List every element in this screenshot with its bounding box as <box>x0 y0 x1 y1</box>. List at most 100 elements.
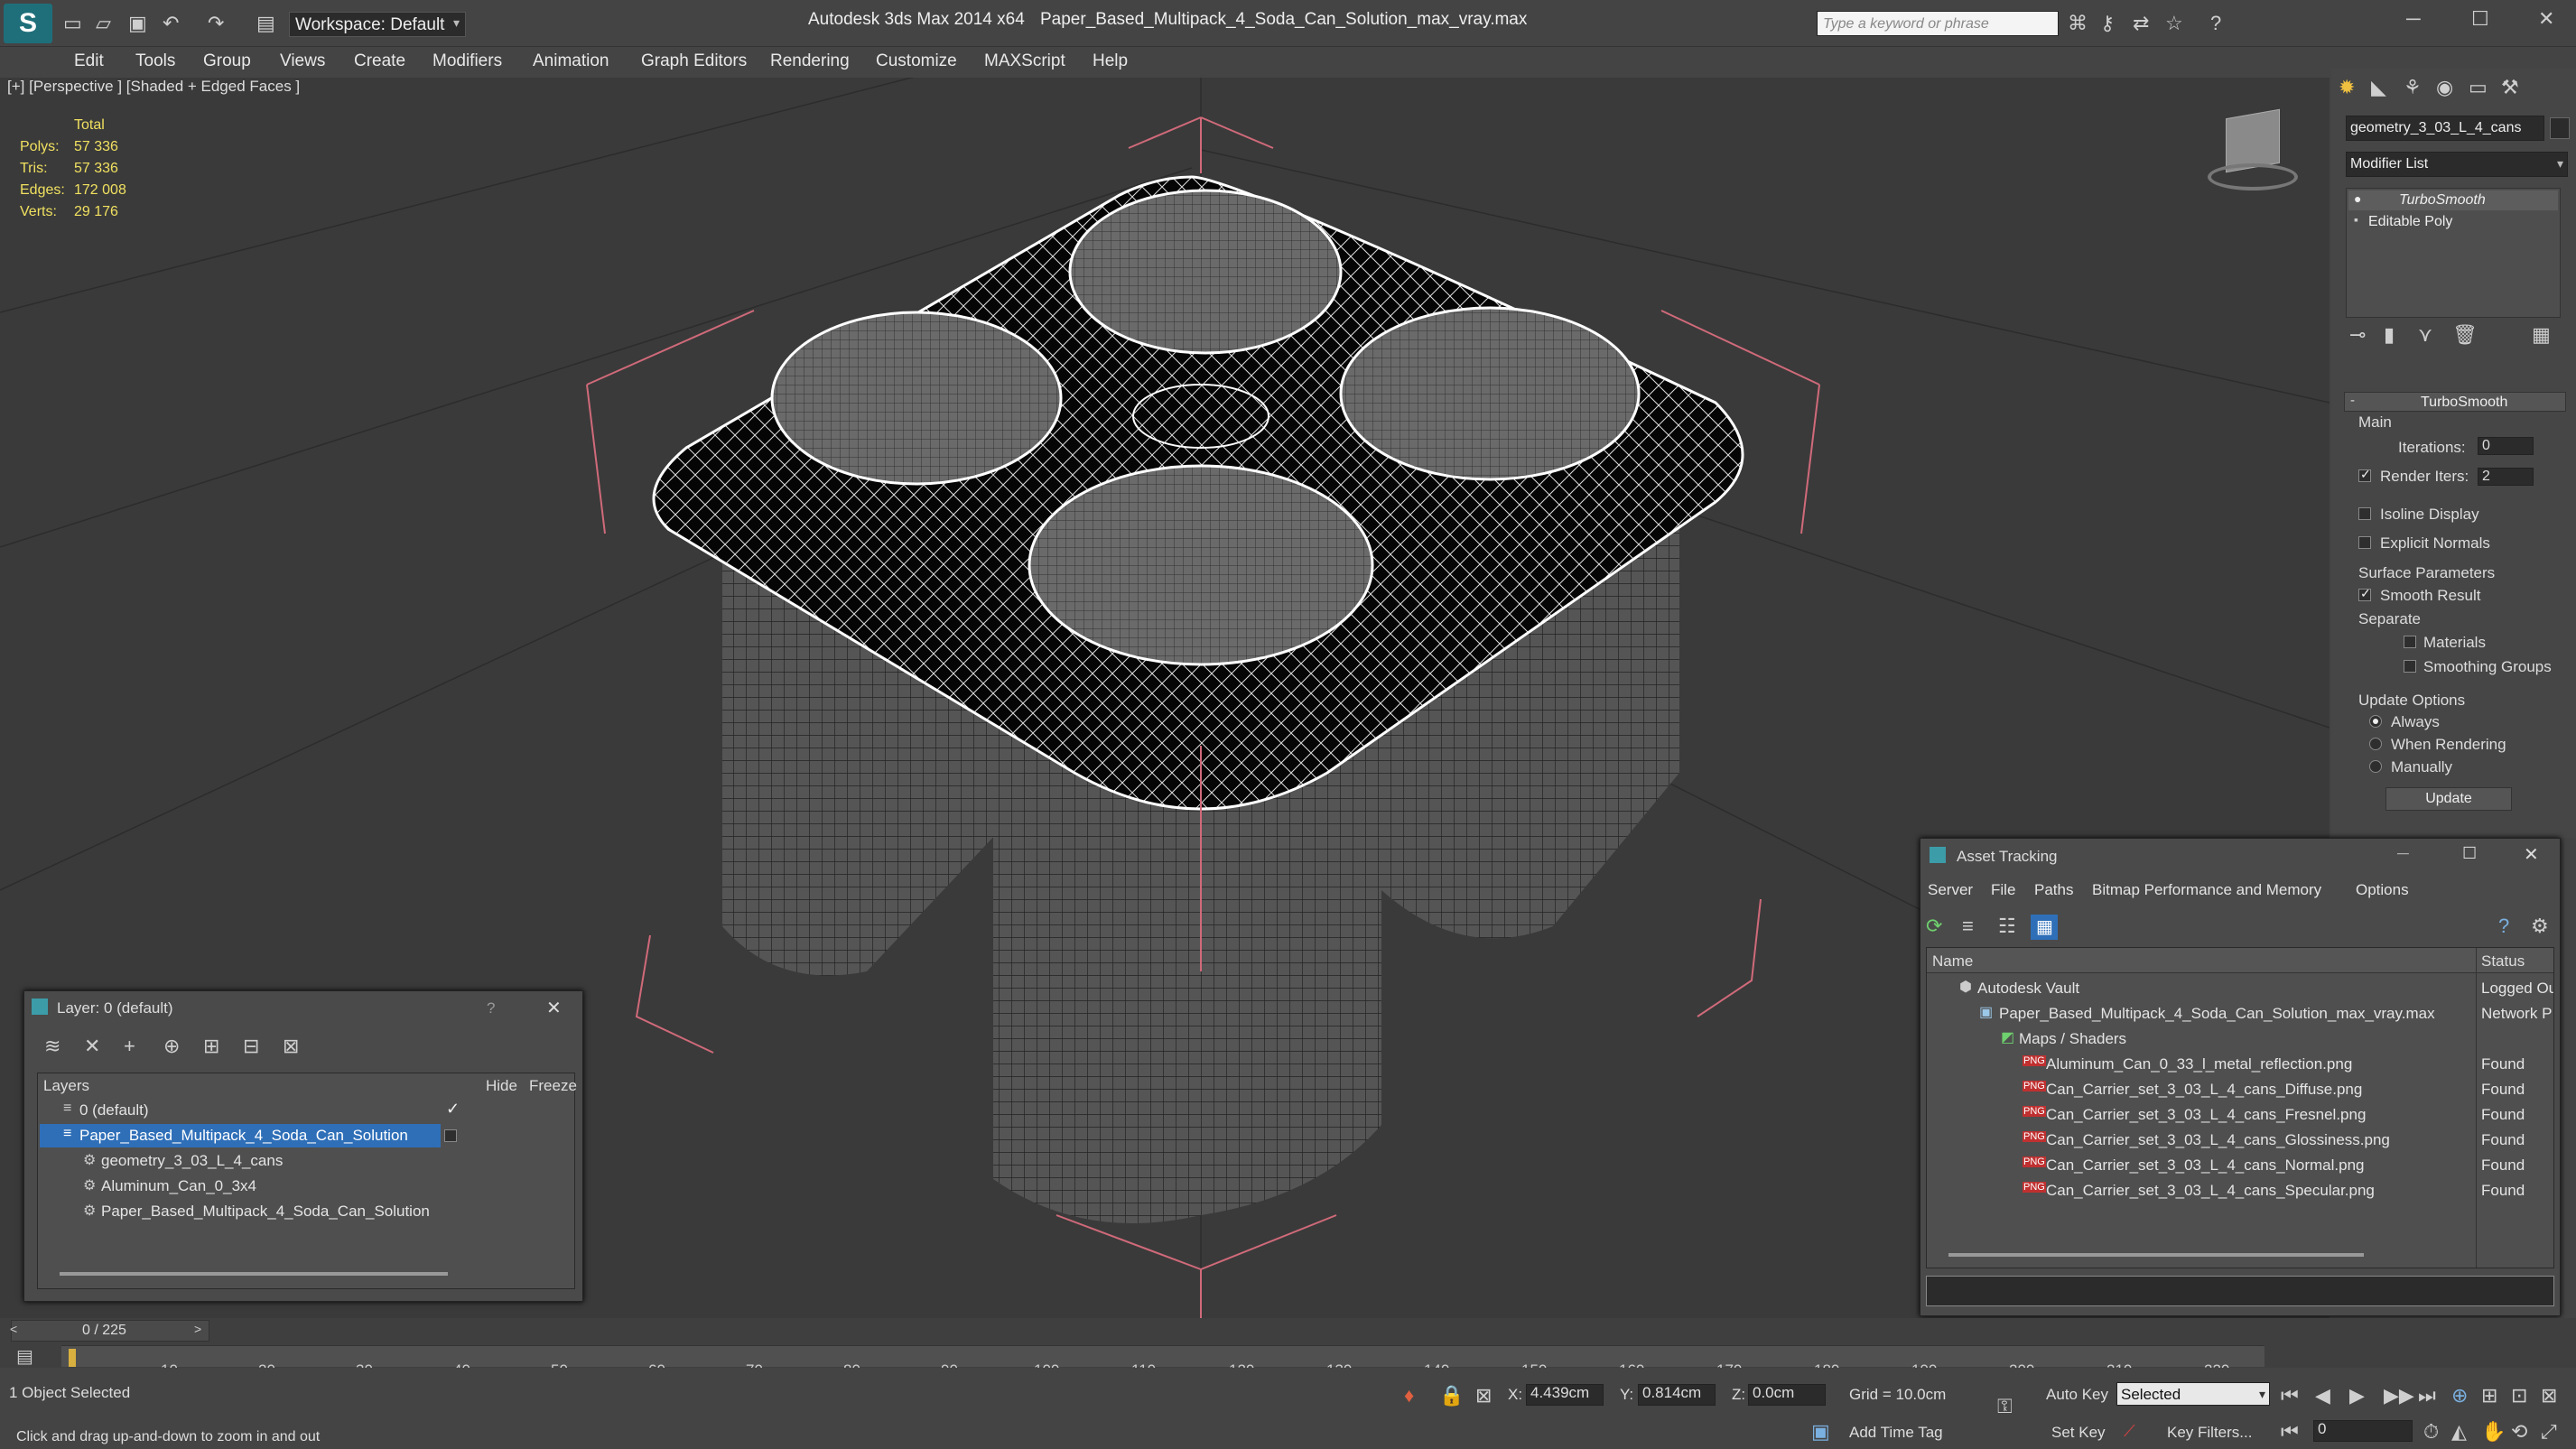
isoline-display-checkbox[interactable] <box>2358 507 2371 520</box>
menu-customize[interactable]: Customize <box>876 51 957 71</box>
absolute-mode-icon[interactable]: ⊠ <box>1475 1384 1492 1407</box>
table-row[interactable]: PNG Can_Carrier_set_3_03_L_4_cans_Diffus… <box>1927 1076 2553 1101</box>
tree-view-icon[interactable]: ☷ <box>1998 915 2016 938</box>
maximize-viewport-icon[interactable]: ⤢ <box>2541 1420 2557 1444</box>
close-icon[interactable]: ✕ <box>2524 843 2539 866</box>
zoom-extents-all-icon[interactable]: ⊠ <box>2541 1384 2557 1407</box>
when-rendering-radio[interactable] <box>2369 738 2382 750</box>
hide-all-icon[interactable]: ⊟ <box>243 1035 259 1058</box>
mini-curve-editor-icon[interactable]: ▤ <box>16 1345 33 1368</box>
menu-animation[interactable]: Animation <box>533 51 609 71</box>
help-icon[interactable]: ? <box>2210 12 2221 35</box>
add-time-tag[interactable]: Add Time Tag <box>1849 1424 1943 1442</box>
asset-menu-paths[interactable]: Paths <box>2034 881 2073 899</box>
lightbulb-icon[interactable]: ● <box>2354 191 2361 206</box>
favorites-star-icon[interactable]: ☆ <box>2165 12 2183 35</box>
expand-icon[interactable]: ▪ <box>2354 212 2358 227</box>
table-view-button[interactable]: ▦ <box>2031 915 2058 940</box>
col-layers[interactable]: Layers <box>43 1077 89 1095</box>
explicit-normals-checkbox[interactable] <box>2358 536 2371 549</box>
maximize-icon[interactable]: ☐ <box>2471 7 2489 31</box>
table-row[interactable]: ⬢ Autodesk Vault Logged Ou <box>1927 975 2553 1000</box>
show-end-result-icon[interactable]: ▮ <box>2384 323 2395 347</box>
key-mode-icon[interactable]: ⟋ <box>2124 1422 2135 1441</box>
display-tab-icon[interactable]: ▭ <box>2469 76 2488 99</box>
motion-tab-icon[interactable]: ◉ <box>2436 76 2453 99</box>
key-filters-button[interactable]: Key Filters... <box>2167 1424 2252 1442</box>
asset-menu-file[interactable]: File <box>1991 881 2015 899</box>
object-name-field[interactable]: geometry_3_03_L_4_cans <box>2346 116 2544 141</box>
active-layer-checkbox[interactable] <box>444 1129 457 1142</box>
menu-create[interactable]: Create <box>354 51 405 71</box>
col-hide[interactable]: Hide <box>486 1077 517 1095</box>
viewport-label[interactable]: [+] [Perspective ] [Shaded + Edged Faces… <box>7 78 300 96</box>
delete-layer-icon[interactable]: ✕ <box>84 1035 100 1058</box>
prev-frame-icon[interactable]: < <box>10 1322 17 1336</box>
add-to-layer-icon[interactable]: + <box>124 1035 135 1058</box>
update-button[interactable]: Update <box>2385 787 2512 811</box>
workspace-dropdown[interactable]: Workspace: Default ▾ <box>289 12 466 37</box>
search-input[interactable]: Type a keyword or phrase <box>1817 11 2059 36</box>
menu-views[interactable]: Views <box>280 51 325 71</box>
object-row[interactable]: ⚙ Paper_Based_Multipack_4_Soda_Can_Solut… <box>38 1200 574 1223</box>
pan-icon[interactable]: ✋ <box>2481 1420 2506 1444</box>
table-row[interactable]: PNG Aluminum_Can_0_33_l_metal_reflection… <box>1927 1051 2553 1076</box>
col-freeze[interactable]: Freeze <box>529 1077 577 1095</box>
redo-icon[interactable]: ↷ <box>208 12 224 35</box>
horizontal-scrollbar[interactable] <box>60 1272 448 1276</box>
highlight-layer-icon[interactable]: ⊞ <box>203 1035 219 1058</box>
add-time-tag-icon[interactable]: ▣ <box>1811 1420 1830 1444</box>
set-key-button[interactable]: Set Key <box>2051 1424 2106 1442</box>
hierarchy-tab-icon[interactable]: ⚘ <box>2404 76 2422 99</box>
manually-radio[interactable] <box>2369 760 2382 773</box>
modifier-list-dropdown[interactable]: Modifier List ▾ <box>2346 152 2568 177</box>
play-icon[interactable]: ▶ <box>2349 1384 2365 1407</box>
make-unique-icon[interactable]: ⋎ <box>2418 323 2432 347</box>
menu-modifiers[interactable]: Modifiers <box>432 51 502 71</box>
menu-help[interactable]: Help <box>1093 51 1128 71</box>
menu-edit[interactable]: Edit <box>74 51 104 71</box>
isolate-icon[interactable]: ♦ <box>1404 1384 1414 1407</box>
always-radio[interactable] <box>2369 715 2382 728</box>
object-color-swatch[interactable] <box>2550 117 2570 139</box>
settings-icon[interactable]: ⚙ <box>2531 915 2549 938</box>
render-iters-checkbox[interactable] <box>2358 467 2371 482</box>
active-layer-check-icon[interactable]: ✓ <box>446 1100 460 1119</box>
maximize-icon[interactable]: ☐ <box>2462 844 2477 863</box>
select-layer-objects-icon[interactable]: ⊕ <box>163 1035 180 1058</box>
layer-row[interactable]: ≡ 0 (default) ✓ <box>38 1099 574 1122</box>
open-file-icon[interactable]: ▱ <box>96 12 111 35</box>
freeze-all-icon[interactable]: ⊠ <box>283 1035 299 1058</box>
menu-group[interactable]: Group <box>203 51 251 71</box>
col-name[interactable]: Name <box>1932 952 1973 971</box>
table-row[interactable]: PNG Can_Carrier_set_3_03_L_4_cans_Specul… <box>1927 1177 2553 1203</box>
table-row[interactable]: ▣ Paper_Based_Multipack_4_Soda_Can_Solut… <box>1927 1000 2553 1026</box>
materials-checkbox[interactable] <box>2404 636 2416 648</box>
menu-tools[interactable]: Tools <box>135 51 175 71</box>
table-row[interactable]: PNG Can_Carrier_set_3_03_L_4_cans_Normal… <box>1927 1152 2553 1177</box>
col-status[interactable]: Status <box>2481 952 2525 971</box>
close-icon[interactable]: ✕ <box>2538 7 2554 31</box>
save-icon[interactable]: ▣ <box>128 12 147 35</box>
zoom-extents-icon[interactable]: ⊡ <box>2511 1384 2527 1407</box>
refresh-icon[interactable]: ⟳ <box>1926 915 1942 938</box>
turbosmooth-rollout-header[interactable]: - TurboSmooth <box>2344 392 2566 412</box>
minimize-icon[interactable]: ─ <box>2406 7 2421 31</box>
modify-tab-icon[interactable]: ◣ <box>2371 76 2386 99</box>
prev-key-icon[interactable]: ◀ <box>2315 1384 2330 1407</box>
time-slider[interactable]: < 0 / 225 > <box>10 1320 209 1342</box>
layer-row-selected[interactable]: ≡ Paper_Based_Multipack_4_Soda_Can_Solut… <box>40 1124 441 1147</box>
object-row[interactable]: ⚙ geometry_3_03_L_4_cans <box>38 1149 574 1173</box>
goto-start-icon[interactable]: ⏮ <box>2281 1384 2299 1407</box>
zoom-icon[interactable]: ⊕ <box>2451 1384 2468 1407</box>
field-of-view-icon[interactable]: ◭ <box>2451 1420 2467 1444</box>
stack-item-turbosmooth[interactable]: ● TurboSmooth <box>2348 190 2558 210</box>
key-set-dropdown[interactable]: Selected ▾ <box>2116 1382 2270 1406</box>
utilities-tab-icon[interactable]: ⚒ <box>2501 76 2519 99</box>
orbit-icon[interactable]: ⟲ <box>2511 1420 2527 1444</box>
close-icon[interactable]: ✕ <box>546 997 562 1019</box>
asset-menu-options[interactable]: Options <box>2356 881 2409 899</box>
table-row[interactable]: ◩ Maps / Shaders <box>1927 1026 2553 1051</box>
table-row[interactable]: PNG Can_Carrier_set_3_03_L_4_cans_Glossi… <box>1927 1127 2553 1152</box>
configure-sets-icon[interactable]: ▦ <box>2532 323 2551 347</box>
